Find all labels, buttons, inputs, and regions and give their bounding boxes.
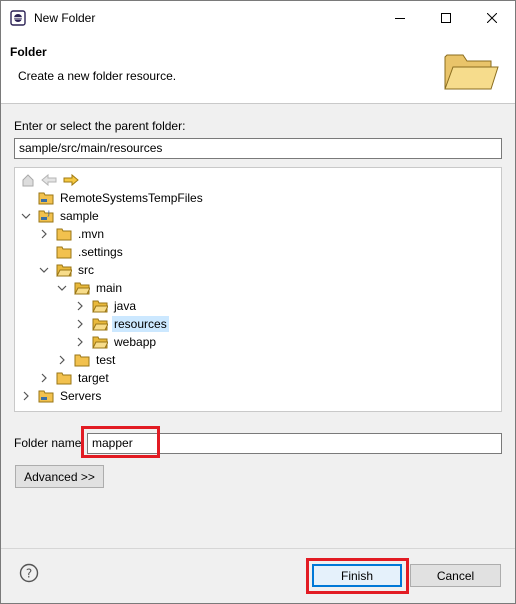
tree-item-label: main [96, 281, 123, 295]
project-folder-icon [38, 390, 54, 403]
tree-item-main[interactable]: main [56, 279, 124, 297]
parent-folder-label: Enter or select the parent folder: [14, 119, 186, 133]
open-folder-icon [92, 318, 108, 331]
svg-text:J: J [47, 210, 50, 217]
tree-item-label: test [96, 353, 116, 367]
title-bar: New Folder [1, 1, 515, 35]
folder-name-label: Folder name: [14, 436, 85, 450]
folder-icon [56, 246, 72, 259]
tree-item-target[interactable]: target [38, 369, 111, 387]
folder-name-highlight [81, 426, 160, 458]
home-icon[interactable] [21, 173, 35, 187]
open-folder-icon [92, 336, 108, 349]
chevron-down-icon[interactable] [20, 210, 32, 222]
tree-item-label: RemoteSystemsTempFiles [60, 191, 203, 205]
chevron-right-icon[interactable] [38, 372, 50, 384]
window-title: New Folder [34, 11, 96, 25]
tree-item-test[interactable]: test [56, 351, 117, 369]
tree-item-sample[interactable]: J sample [20, 207, 101, 225]
chevron-down-icon[interactable] [38, 264, 50, 276]
advanced-button[interactable]: Advanced >> [15, 465, 104, 488]
back-arrow-icon[interactable] [41, 173, 57, 187]
chevron-down-icon[interactable] [56, 282, 68, 294]
tree-item-remotesystemstempfiles[interactable]: RemoteSystemsTempFiles [38, 189, 205, 207]
parent-folder-input[interactable]: sample/src/main/resources [14, 138, 502, 159]
chevron-right-icon[interactable] [74, 318, 86, 330]
tree-item-servers[interactable]: Servers [20, 387, 103, 405]
folder-icon [56, 228, 72, 241]
cancel-button[interactable]: Cancel [410, 564, 501, 587]
minimize-button[interactable] [377, 1, 423, 35]
help-icon[interactable]: ? [19, 563, 39, 583]
tree-item-label: Servers [60, 389, 102, 403]
wizard-banner: Folder Create a new folder resource. [1, 35, 515, 104]
maximize-button[interactable] [423, 1, 469, 35]
tree-item-mvn[interactable]: .mvn [38, 225, 106, 243]
tree-toolbar [21, 171, 79, 189]
tree-item-label: .mvn [78, 227, 105, 241]
chevron-right-icon[interactable] [20, 390, 32, 402]
close-button[interactable] [469, 1, 515, 35]
open-folder-icon [56, 264, 72, 277]
close-icon [487, 13, 497, 23]
chevron-right-icon[interactable] [74, 336, 86, 348]
chevron-right-icon[interactable] [74, 300, 86, 312]
chevron-right-icon[interactable] [56, 354, 68, 366]
java-project-icon: J [38, 210, 54, 223]
tree-item-label: sample [60, 209, 99, 223]
folder-wizard-icon [444, 54, 499, 90]
maximize-icon [441, 13, 451, 23]
folder-icon [56, 372, 72, 385]
project-folder-icon [38, 192, 54, 205]
tree-item-resources[interactable]: resources [74, 315, 169, 333]
banner-title: Folder [10, 45, 47, 59]
new-folder-dialog: New Folder Folder Create a new folder re… [0, 0, 516, 604]
banner-description: Create a new folder resource. [18, 69, 177, 83]
tree-item-src[interactable]: src [38, 261, 96, 279]
chevron-right-icon[interactable] [38, 228, 50, 240]
tree-item-label: java [114, 299, 137, 313]
forward-arrow-icon[interactable] [63, 173, 79, 187]
tree-item-label: target [78, 371, 109, 385]
tree-item-java[interactable]: java [74, 297, 138, 315]
tree-item-label: resources [112, 316, 169, 332]
open-folder-icon [74, 282, 90, 295]
svg-text:?: ? [26, 567, 32, 581]
eclipse-app-icon [10, 10, 26, 26]
folder-icon [74, 354, 90, 367]
tree-item-settings[interactable]: .settings [56, 243, 125, 261]
finish-highlight [306, 558, 409, 594]
folder-tree[interactable]: RemoteSystemsTempFiles J sample .mvn .se… [14, 167, 502, 412]
tree-item-label: .settings [78, 245, 123, 259]
tree-item-webapp[interactable]: webapp [74, 333, 158, 351]
tree-item-label: webapp [114, 335, 157, 349]
tree-item-label: src [78, 263, 94, 277]
footer-separator [1, 548, 515, 549]
minimize-icon [395, 18, 405, 19]
open-folder-icon [92, 300, 108, 313]
